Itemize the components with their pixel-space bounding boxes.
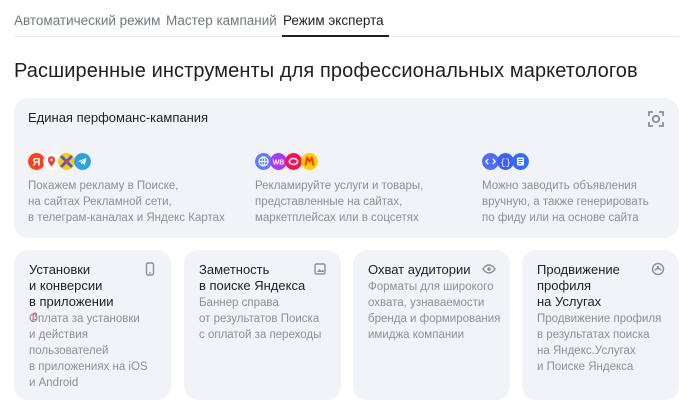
phone-icon [145,262,155,276]
tab-automatic-mode[interactable]: Автоматический режим [14,13,160,28]
feature-icons: Я [28,153,228,173]
performance-campaign-card[interactable]: Единая перфоманс-кампания Я Покажем рекл… [14,98,679,238]
card-title: Продвижение профиля на Услугах [537,262,620,309]
services-icon [651,262,665,276]
card-description: Баннер справа от результатов Поиска с оп… [199,297,322,341]
services-promotion-card[interactable]: Продвижение профиля на Услугах Продвижен… [522,250,679,400]
tab-expert-mode[interactable]: Режим эксперта [283,13,384,28]
ozon-icon [285,153,302,170]
card-title: Заметность в поиске Яндекса [199,262,306,293]
mode-tabs: Автоматический режим Мастер кампаний Реж… [14,0,679,37]
svg-text:Я: Я [33,157,41,169]
svg-text:{}: {} [500,158,511,168]
eye-icon [482,264,496,274]
expand-corners-icon[interactable] [647,110,665,128]
tab-campaign-master[interactable]: Мастер кампаний [166,13,277,28]
feature-placements: Я Покажем рекламу в Поиске, на сайтах Ре… [28,153,228,224]
page-title: Расширенные инструменты для профессионал… [14,60,638,82]
card-title: Единая перфоманс-кампания [28,110,209,125]
card-description: Продвижение профиля в результатах поиска… [537,313,662,373]
market-icon [301,153,318,170]
card-title: Охват аудитории [368,262,471,277]
audience-reach-card[interactable]: Охват аудитории Форматы для широкого охв… [353,250,510,400]
feature-icons: {} [482,153,682,173]
svg-text:WB: WB [273,160,285,167]
feature-description: Можно заводить объявления вручную, а так… [482,180,649,224]
app-installs-card[interactable]: Установки и конверсии в приложении β Опла… [14,250,171,400]
network-icon [58,153,75,170]
feature-ad-creation: {} Можно заводить объявления вручную, а … [482,153,682,224]
card-description: Форматы для широкого охвата, узнаваемост… [368,281,501,341]
feature-description: Покажем рекламу в Поиске, на сайтах Рекл… [28,180,225,224]
feature-marketplaces: WB Рекламируйте услуги и товары, предста… [255,153,455,224]
picture-icon [314,263,326,275]
document-list-icon [512,153,529,170]
feature-description: Рекламируйте услуги и товары, представле… [255,180,424,224]
card-description: Оплата за установки и действия пользоват… [29,313,148,389]
feature-icons: WB [255,153,455,173]
search-visibility-card[interactable]: Заметность в поиске Яндекса Баннер справ… [184,250,341,400]
active-tab-indicator [282,35,389,37]
telegram-icon [74,153,91,170]
